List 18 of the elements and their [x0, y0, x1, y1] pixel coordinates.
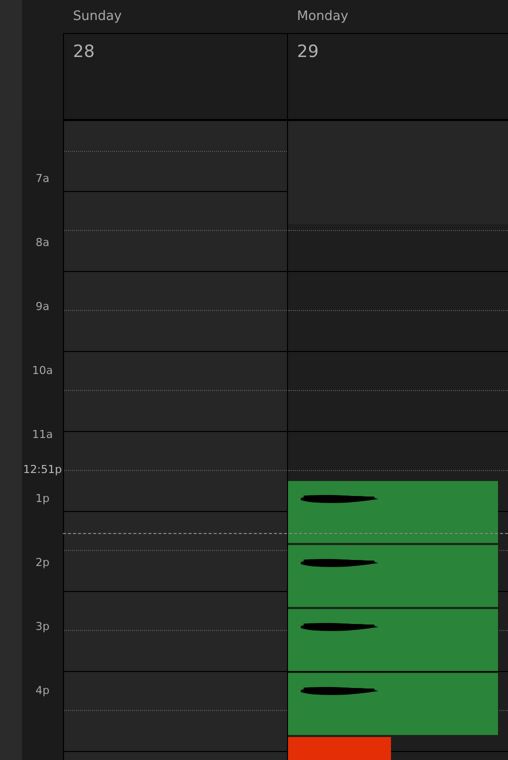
hour-label: 8a	[36, 236, 50, 249]
day-name: Sunday	[73, 9, 122, 24]
hour-label: 11a	[32, 428, 53, 441]
date-number: 28	[73, 42, 95, 62]
day-name: Monday	[297, 9, 348, 24]
calendar-event[interactable]	[288, 673, 498, 735]
hour-label: 1p	[36, 492, 50, 505]
hour-label: 3p	[36, 620, 50, 633]
date-number: 29	[297, 42, 319, 62]
calendar-event[interactable]	[288, 481, 498, 543]
current-time-label: 12:51p	[23, 463, 62, 476]
calendar-event[interactable]	[288, 609, 498, 671]
hour-label: 9a	[36, 300, 50, 313]
hour-label: 10a	[32, 364, 53, 377]
hour-label: 4p	[36, 684, 50, 697]
hour-label: 2p	[36, 556, 50, 569]
hour-label: 7a	[36, 172, 50, 185]
calendar-event[interactable]	[288, 545, 498, 607]
